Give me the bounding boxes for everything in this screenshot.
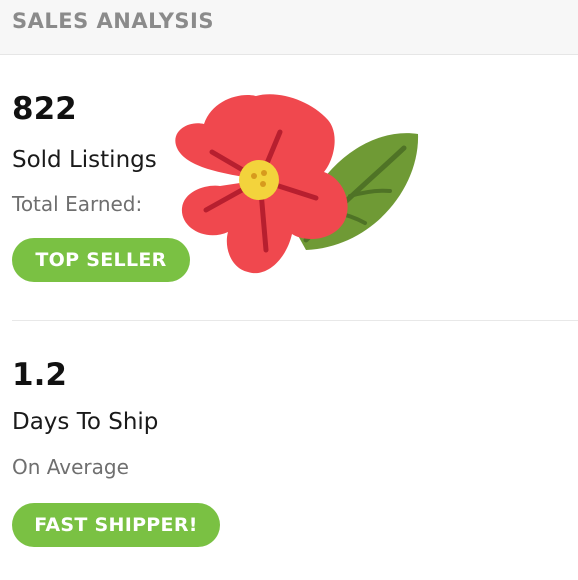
sold-listings-count: 822 xyxy=(12,91,77,127)
sales-analysis-page: SALES ANALYSIS 822 Sold Listings Total E… xyxy=(0,0,578,580)
top-seller-badge[interactable]: TOP SELLER xyxy=(12,238,190,282)
days-to-ship-card: 1.2 Days To Ship On Average FAST SHIPPER… xyxy=(0,322,578,580)
days-to-ship-value: 1.2 xyxy=(12,357,67,393)
sold-listings-label: Sold Listings xyxy=(12,147,157,173)
card-divider xyxy=(12,320,578,321)
days-to-ship-label: Days To Ship xyxy=(12,409,159,435)
on-average-label: On Average xyxy=(12,455,129,479)
fast-shipper-badge[interactable]: FAST SHIPPER! xyxy=(12,503,220,547)
total-earned-label: Total Earned: xyxy=(12,192,143,216)
section-title: SALES ANALYSIS xyxy=(12,9,214,33)
hibiscus-flower-icon xyxy=(175,94,419,274)
section-header: SALES ANALYSIS xyxy=(0,0,578,55)
flower-center xyxy=(239,160,279,200)
